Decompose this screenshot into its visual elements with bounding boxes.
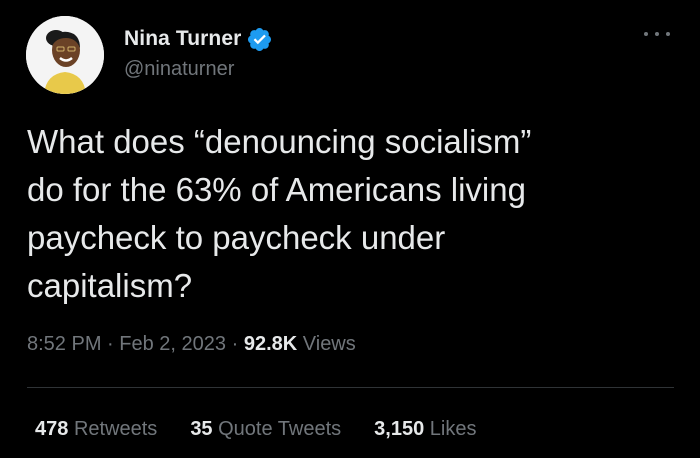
meta-separator: · <box>107 333 114 355</box>
views-label: Views <box>302 333 356 355</box>
likes-stat[interactable]: 3,150 Likes <box>374 418 476 441</box>
tweet-time[interactable]: 8:52 PM <box>27 333 101 355</box>
tweet-meta: 8:52 PM · Feb 2, 2023 · 92.8K Views <box>27 333 356 356</box>
author-display-name[interactable]: Nina Turner <box>124 27 241 51</box>
retweets-stat[interactable]: 478 Retweets <box>35 418 157 441</box>
retweets-label: Retweets <box>73 418 158 440</box>
author-name-row: Nina Turner <box>124 25 273 53</box>
verified-badge-icon[interactable] <box>246 26 273 53</box>
more-options-icon[interactable] <box>644 26 670 42</box>
retweets-count: 478 <box>35 418 69 440</box>
more-dot <box>644 32 648 36</box>
quote-tweets-label: Quote Tweets <box>218 418 342 440</box>
views-count: 92.8K <box>243 333 298 355</box>
divider <box>27 387 674 388</box>
more-dot <box>655 32 659 36</box>
tweet-date[interactable]: Feb 2, 2023 <box>119 333 226 355</box>
avatar[interactable] <box>26 16 104 94</box>
tweet: Nina Turner @ninaturner What does “denou… <box>0 0 700 458</box>
likes-count: 3,150 <box>374 418 425 440</box>
quote-tweets-count: 35 <box>190 418 213 440</box>
avatar-photo <box>26 16 104 94</box>
more-dot <box>666 32 670 36</box>
engagement-stats: 478 Retweets 35 Quote Tweets 3,150 Likes <box>35 418 510 441</box>
author-handle[interactable]: @ninaturner <box>124 58 234 81</box>
tweet-text: What does “denouncing socialism” do for … <box>27 123 532 304</box>
likes-label: Likes <box>429 418 477 440</box>
quote-tweets-stat[interactable]: 35 Quote Tweets <box>190 418 341 441</box>
meta-separator: · <box>231 333 239 355</box>
